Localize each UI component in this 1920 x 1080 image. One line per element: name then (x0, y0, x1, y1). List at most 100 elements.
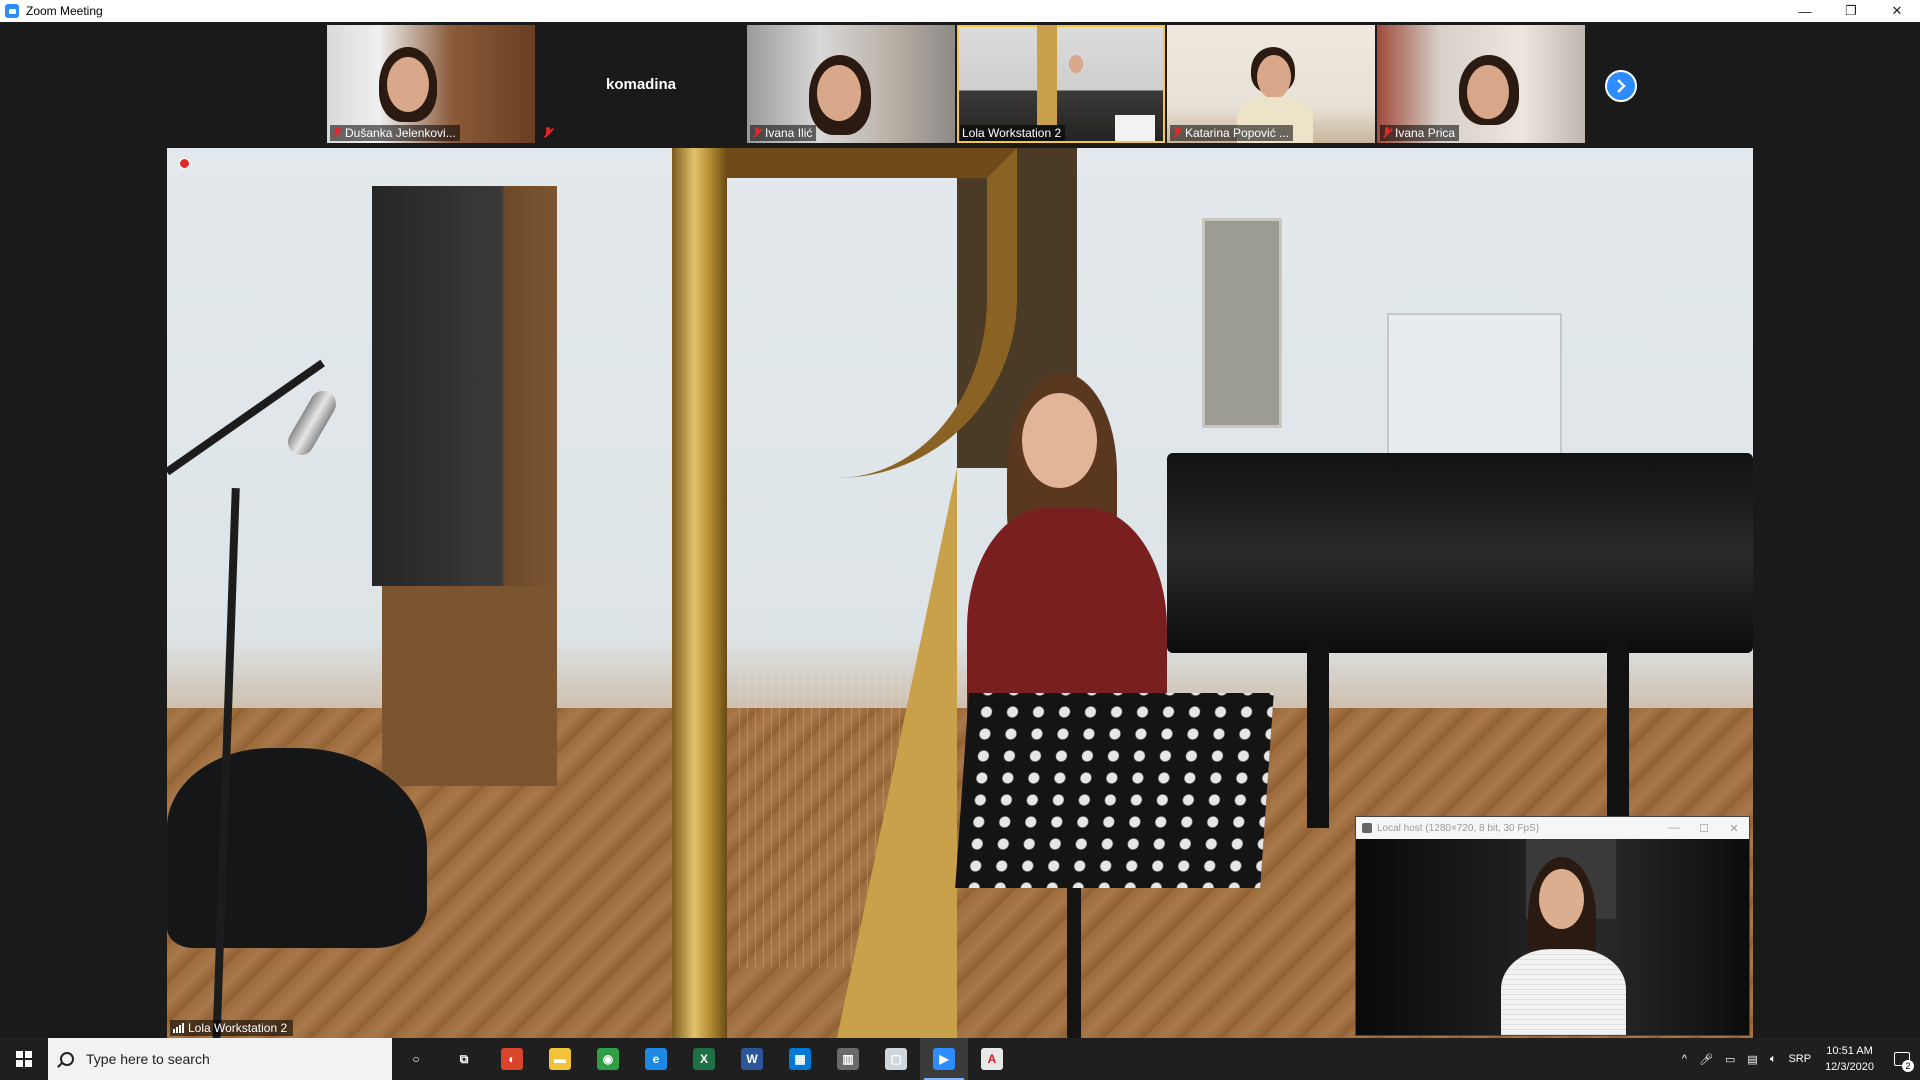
local-host-title-bar: Local host (1280×720, 8 bit, 30 FpS) — ☐… (1356, 817, 1749, 839)
participant-name: komadina (605, 75, 677, 93)
participant-tile[interactable]: Ivana Ilić (747, 25, 955, 143)
system-tray: ^ 🎤︎ ▭ ▤ 🔈︎ SRP 10:51 AM 12/3/2020 2 (1676, 1038, 1920, 1080)
task-view-icon: ⧉ (459, 1051, 469, 1066)
participant-video-face (1069, 55, 1083, 73)
video-piano-leg (1607, 638, 1629, 828)
network-icon[interactable]: ▤ (1747, 1053, 1757, 1066)
participant-video-face (817, 65, 861, 121)
clock[interactable]: 10:51 AM 12/3/2020 (1825, 1043, 1874, 1075)
video-harp-column (672, 148, 727, 1038)
excel-icon: X (693, 1048, 715, 1070)
participant-video-face (1257, 55, 1291, 99)
taskbar-app-app-generic[interactable]: ▥ (824, 1038, 872, 1080)
clock-date: 12/3/2020 (1825, 1061, 1874, 1073)
participant-name-tag: Ivana Prica (1380, 125, 1460, 141)
participant-tile[interactable]: Dušanka Jelenkovi... (327, 25, 535, 143)
participant-tile[interactable]: Katarina Popović ... (1167, 25, 1375, 143)
taskbar-app-excel[interactable]: X (680, 1038, 728, 1080)
taskbar-app-app-white[interactable]: ▢ (872, 1038, 920, 1080)
participant-name: Ivana Prica (1395, 126, 1456, 140)
video-music-stand (955, 693, 1274, 888)
taskbar-search[interactable]: Type here to search (48, 1038, 392, 1080)
mic-muted-icon (332, 127, 342, 139)
video-performer-face (1022, 393, 1097, 488)
word-icon: W (741, 1048, 763, 1070)
taskbar-app-task-view[interactable]: ⧉ (440, 1038, 488, 1080)
notification-count: 2 (1902, 1060, 1914, 1072)
mic-muted-icon (543, 127, 553, 139)
local-host-title: Local host (1280×720, 8 bit, 30 FpS) (1377, 822, 1540, 834)
restore-button[interactable]: ❐ (1828, 0, 1874, 22)
taskbar-apps: ○ ⧉ ◐ ▬ ◉ e X W ▦ ▥ ▢ ▶ A (392, 1038, 1016, 1080)
recording-indicator (179, 158, 190, 169)
signal-strength-icon (173, 1023, 184, 1033)
taskbar-app-word[interactable]: W (728, 1038, 776, 1080)
video-harp-soundboard (727, 468, 957, 1038)
active-speaker-name: Lola Workstation 2 (188, 1021, 288, 1035)
self-view-inset (1115, 115, 1155, 141)
app-white-icon: ▢ (885, 1048, 907, 1070)
local-close-button[interactable]: ✕ (1719, 822, 1749, 835)
taskbar-app-chrome-alt[interactable]: ◐ (488, 1038, 536, 1080)
video-music-stand-pole (1067, 888, 1081, 1038)
action-center-button[interactable]: 2 (1884, 1038, 1920, 1080)
mic-muted-icon (1172, 127, 1182, 139)
local-maximize-button[interactable]: ☐ (1689, 822, 1719, 835)
participant-tile-active[interactable]: Lola Workstation 2 (957, 25, 1165, 143)
minimize-button[interactable]: — (1782, 0, 1828, 22)
app-window-icon (1362, 823, 1372, 833)
taskbar-app-edge[interactable]: e (632, 1038, 680, 1080)
taskbar-app-file-explorer[interactable]: ▬ (536, 1038, 584, 1080)
taskbar-app-zoom[interactable]: ▶ (920, 1038, 968, 1080)
video-wall-panel (1202, 218, 1282, 428)
input-language[interactable]: SRP (1788, 1053, 1811, 1065)
zoom-app-icon (5, 4, 19, 18)
title-bar: Zoom Meeting — ❐ ✕ (0, 0, 1920, 22)
video-bag (167, 748, 427, 948)
local-host-video (1356, 839, 1749, 1035)
mic-muted-icon (1382, 127, 1392, 139)
active-speaker-name-tag: Lola Workstation 2 (170, 1020, 294, 1036)
taskbar-app-store[interactable]: ▦ (776, 1038, 824, 1080)
local-minimize-button[interactable]: — (1659, 822, 1689, 835)
clock-time: 10:51 AM (1826, 1045, 1873, 1057)
microphone-icon[interactable]: 🎤︎ (1699, 1053, 1713, 1066)
chrome-icon: ◉ (597, 1048, 619, 1070)
window-controls: — ❐ ✕ (1782, 0, 1920, 22)
local-video-face (1539, 869, 1584, 929)
zoom-icon: ▶ (933, 1048, 955, 1070)
video-speaker-cabinet (372, 186, 557, 586)
video-piano (1167, 453, 1753, 653)
participant-name: Dušanka Jelenkovi... (345, 126, 456, 140)
chevron-right-icon (1617, 79, 1626, 93)
participant-name-tag: Katarina Popović ... (1170, 125, 1294, 141)
taskbar-app-cortana[interactable]: ○ (392, 1038, 440, 1080)
local-host-window[interactable]: Local host (1280×720, 8 bit, 30 FpS) — ☐… (1355, 816, 1750, 1036)
chrome-alt-icon: ◐ (501, 1048, 523, 1070)
participant-tile[interactable]: komadina (537, 25, 745, 143)
search-placeholder: Type here to search (86, 1051, 210, 1067)
video-microphone (283, 386, 341, 460)
edge-icon: e (645, 1048, 667, 1070)
window-title: Zoom Meeting (26, 4, 103, 18)
start-button[interactable] (0, 1038, 48, 1080)
volume-icon[interactable]: 🔈︎ (1770, 1053, 1777, 1066)
participant-name-tag: Ivana Ilić (750, 125, 817, 141)
local-host-controls: — ☐ ✕ (1659, 822, 1749, 835)
battery-icon[interactable]: ▭ (1725, 1053, 1735, 1066)
taskbar-app-acrobat[interactable]: A (968, 1038, 1016, 1080)
taskbar-app-chrome[interactable]: ◉ (584, 1038, 632, 1080)
participant-video-harp (1037, 25, 1057, 125)
acrobat-icon: A (981, 1048, 1003, 1070)
video-piano-leg (1307, 638, 1329, 828)
search-icon (60, 1052, 74, 1066)
participant-name: Lola Workstation 2 (962, 126, 1062, 140)
participant-strip: Dušanka Jelenkovi... komadina Ivana Ilić… (327, 25, 1585, 143)
close-button[interactable]: ✕ (1874, 0, 1920, 22)
participant-name-tag: Lola Workstation 2 (960, 125, 1066, 141)
video-speaker-base (382, 586, 557, 786)
participant-tile[interactable]: Ivana Prica (1377, 25, 1585, 143)
tray-overflow-chevron[interactable]: ^ (1682, 1053, 1687, 1065)
participant-name: Ivana Ilić (765, 126, 813, 140)
next-page-button[interactable] (1605, 70, 1637, 102)
